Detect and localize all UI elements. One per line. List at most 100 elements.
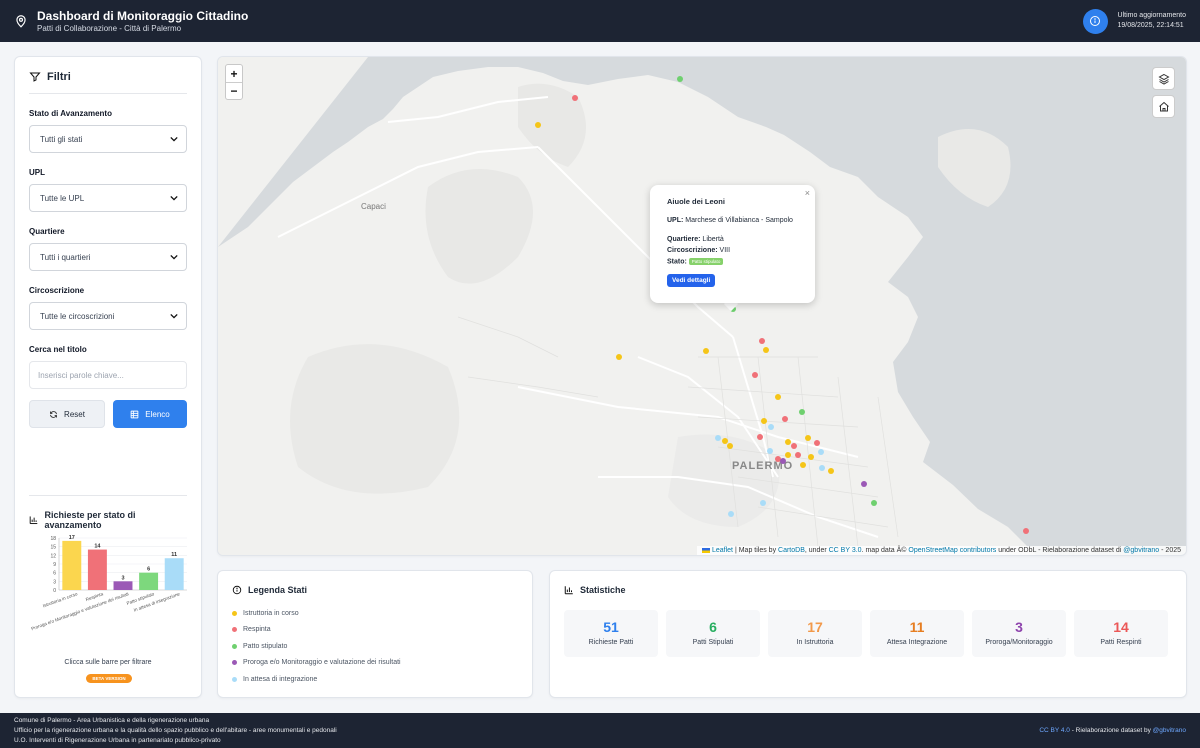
upl-select[interactable]: Tutte le UPL (29, 184, 187, 212)
legend-item: Patto stipulato (232, 638, 518, 655)
chart-value-label: 14 (94, 544, 101, 550)
marker[interactable] (785, 452, 791, 458)
info-icon (1090, 16, 1101, 26)
stat-value: 14 (1113, 619, 1129, 635)
marker[interactable] (818, 449, 824, 455)
popup-quartiere: Quartiere: Libertà (667, 236, 798, 243)
marker[interactable] (785, 439, 791, 445)
leaflet-link[interactable]: Leaflet (712, 547, 733, 554)
circoscrizione-select[interactable]: Tutte le circoscrizioni (29, 302, 187, 330)
circoscrizione-select-value: Tutte le circoscrizioni (40, 311, 115, 321)
marker[interactable] (782, 416, 788, 422)
legend-item: Proroga e/o Monitoraggio e valutazione d… (232, 655, 518, 672)
credit-user-link[interactable]: @gbvitrano (1153, 727, 1186, 734)
marker[interactable] (759, 338, 765, 344)
marker[interactable] (760, 500, 766, 506)
marker[interactable] (775, 394, 781, 400)
marker[interactable] (814, 440, 820, 446)
details-button[interactable]: Vedi dettagli (667, 274, 716, 288)
search-input[interactable]: Inserisci parole chiave... (29, 361, 187, 389)
marker[interactable] (535, 122, 541, 128)
popup-stato-label: Stato: (667, 258, 687, 266)
marker[interactable] (805, 435, 811, 441)
marker[interactable] (861, 481, 867, 487)
license-link[interactable]: CC BY 4.0 (1039, 727, 1070, 734)
ccby-link[interactable]: CC BY 3.0 (829, 547, 862, 554)
marker[interactable] (808, 454, 814, 460)
marker[interactable] (677, 76, 683, 82)
stat-card-proroga: 3 Proroga/Monitoraggio (972, 610, 1066, 657)
quartiere-select[interactable]: Tutti i quartieri (29, 243, 187, 271)
chart-bar[interactable] (87, 549, 107, 590)
marker[interactable] (757, 434, 763, 440)
marker[interactable] (828, 468, 834, 474)
marker[interactable] (572, 95, 578, 101)
list-button[interactable]: Elenco (113, 400, 187, 428)
chart-y-tick: 3 (53, 579, 56, 585)
osm-link[interactable]: OpenStreetMap contributors (908, 547, 996, 554)
chart-bar[interactable] (139, 572, 159, 590)
marker[interactable] (819, 465, 825, 471)
stat-value: 51 (603, 619, 619, 635)
attrib-text-3: . map data Â© (861, 547, 909, 554)
chart-value-label: 17 (69, 535, 75, 541)
status-bar-chart: 0369121518 17Istruttoria in corso14Respin… (30, 535, 187, 631)
marker[interactable] (616, 354, 622, 360)
marker[interactable] (752, 372, 758, 378)
legend-item: Respinta (232, 622, 518, 639)
filters-title: Filtri (47, 71, 71, 83)
chart-value-label: 3 (121, 575, 124, 581)
legend-panel: Legenda Stati Istruttoria in corso Respi… (217, 570, 533, 698)
chevron-down-icon (170, 254, 178, 260)
marker[interactable] (715, 435, 721, 441)
marker[interactable] (1023, 528, 1029, 534)
chart-bar[interactable] (113, 581, 133, 590)
marker[interactable] (761, 418, 767, 424)
marker[interactable] (871, 500, 877, 506)
layers-button[interactable] (1152, 67, 1175, 90)
zoom-in-button[interactable]: + (226, 65, 242, 82)
marker[interactable] (722, 438, 728, 444)
marker[interactable] (780, 458, 786, 464)
stat-card-stipulati: 6 Patti Stipulati (666, 610, 760, 657)
zoom-out-button[interactable]: − (226, 82, 242, 99)
chart-bar[interactable] (62, 540, 82, 590)
list-label: Elenco (145, 409, 170, 419)
marker[interactable] (767, 448, 773, 454)
footer-credit-text: - Rielaborazione dataset by (1069, 727, 1153, 734)
legend-dot (232, 610, 237, 616)
marker[interactable] (768, 424, 774, 430)
search-label: Cerca nel titolo (29, 345, 87, 354)
marker[interactable] (727, 443, 733, 449)
cartodb-link[interactable]: CartoDB (778, 547, 805, 554)
user-link[interactable]: @gbvitrano (1123, 547, 1159, 554)
marker[interactable] (800, 462, 806, 468)
legend-label: In attesa di integrazione (243, 675, 318, 683)
filters-panel: Filtri Stato di Avanzamento Tutti gli st… (14, 56, 202, 698)
stat-card-integrazione: 11 Attesa Integrazione (870, 610, 964, 657)
bar-chart-icon (29, 516, 38, 525)
map-panel[interactable]: Capaci PALERMO + − × Aiuole dei Leoni UP… (217, 56, 1187, 556)
legend-item: Istruttoria in corso (232, 605, 518, 622)
marker[interactable] (703, 348, 709, 354)
status-chart-section: Richieste per stato di avanzamento 03691… (29, 495, 187, 683)
marker[interactable] (728, 511, 734, 517)
stat-label: Patti Stipulati (692, 639, 734, 646)
filter-icon (29, 72, 41, 82)
home-button[interactable] (1152, 95, 1175, 118)
marker[interactable] (763, 347, 769, 353)
reset-button[interactable]: Reset (29, 400, 105, 428)
info-button[interactable] (1082, 8, 1108, 34)
attrib-text-2: , under (804, 547, 829, 554)
stato-select[interactable]: Tutti gli stati (29, 125, 187, 153)
stato-label: Stato di Avanzamento (29, 109, 112, 118)
popup-close-button[interactable]: × (805, 188, 810, 198)
layers-icon (1157, 73, 1170, 85)
chart-bar[interactable] (164, 558, 184, 590)
app-footer: Comune di Palermo - Area Urbanistica e d… (0, 713, 1200, 748)
marker[interactable] (795, 452, 801, 458)
bar-chart-icon (564, 586, 573, 595)
marker[interactable] (791, 443, 797, 449)
stato-select-value: Tutti gli stati (40, 134, 83, 144)
marker[interactable] (799, 409, 805, 415)
